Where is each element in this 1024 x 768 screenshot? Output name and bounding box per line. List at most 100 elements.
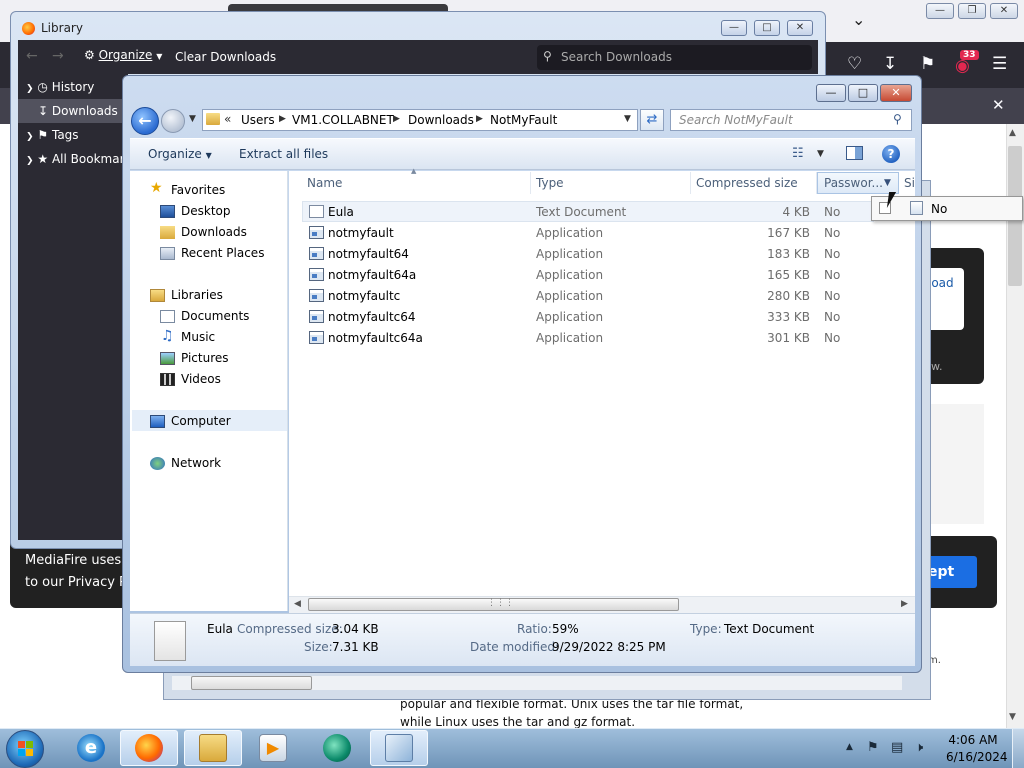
search-input[interactable]: Search NotMyFault xyxy=(670,109,912,131)
nav-item-computer[interactable]: Computer xyxy=(171,414,231,428)
list-all-tabs-icon[interactable]: ⌄ xyxy=(852,10,865,29)
help-icon[interactable]: ? xyxy=(882,145,900,163)
column-header-compressed-size[interactable]: Compressed size xyxy=(696,176,798,190)
library-maximize-button[interactable]: □ xyxy=(754,20,780,36)
scroll-right-icon[interactable]: ▶ xyxy=(901,599,908,609)
column-header-type[interactable]: Type xyxy=(536,176,564,190)
file-compressed-size: 167 KB xyxy=(767,226,810,240)
breadcrumb-users[interactable]: Users xyxy=(241,113,275,127)
file-password: No xyxy=(824,331,841,345)
column-header-name[interactable]: Name xyxy=(307,176,342,190)
details-size-label: Size: xyxy=(304,640,333,654)
background-scrollbar-thumb xyxy=(191,676,312,690)
password-filter-option[interactable]: No xyxy=(931,202,947,216)
chevron-down-icon: ▼ xyxy=(156,52,163,61)
breadcrumb-overflow-icon[interactable]: « xyxy=(224,112,231,126)
details-type: Text Document xyxy=(724,622,815,636)
nav-item-music[interactable]: Music xyxy=(181,330,215,344)
taskbar-clock-date[interactable]: 6/16/2024 xyxy=(946,750,1008,764)
menu-icon[interactable]: ☰ xyxy=(992,54,1007,74)
notification-close-icon[interactable]: ✕ xyxy=(992,96,1005,114)
action-center-flag-icon[interactable]: ⚑ xyxy=(867,740,879,755)
column-separator[interactable] xyxy=(816,172,817,194)
nav-item-pictures[interactable]: Pictures xyxy=(181,351,229,365)
file-name: notmyfault64a xyxy=(328,268,417,282)
library-minimize-button[interactable]: — xyxy=(721,20,747,36)
tag-icon: ⚑ xyxy=(37,128,49,142)
sidebar-item-tags[interactable]: ❯ ⚑ Tags xyxy=(26,128,126,142)
preview-pane-icon[interactable] xyxy=(846,146,863,160)
change-view-icon[interactable]: ☷ xyxy=(792,146,804,161)
archive-app-icon xyxy=(385,734,413,762)
side-panel xyxy=(930,404,984,524)
start-button[interactable] xyxy=(6,730,44,768)
download-button[interactable]: load xyxy=(928,276,954,290)
nav-item-network[interactable]: Network xyxy=(171,456,221,470)
details-file-name: Eula xyxy=(207,622,233,636)
clear-downloads-button[interactable]: Clear Downloads xyxy=(175,50,276,64)
show-desktop-button[interactable] xyxy=(1012,729,1024,768)
explorer-maximize-button[interactable]: □ xyxy=(848,84,878,102)
media-player-icon: ▶ xyxy=(259,734,287,762)
nav-item-videos[interactable]: Videos xyxy=(181,372,221,386)
show-hidden-icons-icon[interactable]: ▲ xyxy=(846,742,853,752)
nav-item-desktop[interactable]: Desktop xyxy=(181,204,231,218)
breadcrumb-separator-icon[interactable]: ▶ xyxy=(393,114,400,124)
file-password: No xyxy=(824,289,841,303)
file-name: notmyfault xyxy=(328,226,394,240)
nav-item-documents[interactable]: Documents xyxy=(181,309,249,323)
column-header-size[interactable]: Si xyxy=(904,176,915,190)
music-icon: ♫ xyxy=(161,328,174,344)
back-arrow-icon[interactable]: ← xyxy=(26,48,38,64)
breadcrumb-notmyfault[interactable]: NotMyFault xyxy=(490,113,557,127)
application-icon xyxy=(309,226,324,239)
address-dropdown-icon[interactable]: ▼ xyxy=(624,114,631,124)
scroll-down-icon[interactable]: ▼ xyxy=(1009,712,1016,722)
forward-arrow-icon[interactable] xyxy=(161,109,185,133)
breadcrumb-separator-icon[interactable]: ▶ xyxy=(476,114,483,124)
firefox-close-button[interactable]: ✕ xyxy=(990,3,1018,19)
sidebar-item-all-bookmarks[interactable]: ❯ ★ All Bookmarks xyxy=(26,152,126,166)
column-separator[interactable] xyxy=(530,172,531,194)
back-arrow-icon[interactable]: ← xyxy=(131,107,159,135)
pocket-icon[interactable]: ♡ xyxy=(847,54,862,74)
library-organize-button[interactable]: ⚙ Organize ▼ xyxy=(84,48,162,62)
extract-all-files-button[interactable]: Extract all files xyxy=(239,147,328,161)
column-separator[interactable] xyxy=(690,172,691,194)
refresh-icon[interactable]: ⇄ xyxy=(640,109,664,131)
network-tray-icon[interactable]: ▤ xyxy=(891,740,903,755)
file-compressed-size: 165 KB xyxy=(767,268,810,282)
scroll-up-icon[interactable]: ▲ xyxy=(1009,128,1016,138)
breadcrumb-vm1[interactable]: VM1.COLLABNET xyxy=(292,113,394,127)
organize-button[interactable]: Organize ▼ xyxy=(148,147,212,161)
volume-muted-icon[interactable]: 🕨 xyxy=(915,740,923,755)
sidebar-item-history[interactable]: ❯ ◷ History xyxy=(26,80,126,94)
search-downloads-input[interactable]: Search Downloads xyxy=(537,45,812,70)
explorer-close-button[interactable]: ✕ xyxy=(880,84,912,102)
nav-item-libraries[interactable]: Libraries xyxy=(171,288,223,302)
nav-item-downloads[interactable]: Downloads xyxy=(181,225,247,239)
details-type-label: Type: xyxy=(690,622,722,636)
details-date-modified-label: Date modified: xyxy=(470,640,560,654)
forward-arrow-icon[interactable]: → xyxy=(52,48,64,64)
column-header-password[interactable]: Passwor... xyxy=(824,176,883,190)
breadcrumb-separator-icon[interactable]: ▶ xyxy=(279,114,286,124)
explorer-minimize-button[interactable]: — xyxy=(816,84,846,102)
cookie-text: MediaFire uses c xyxy=(25,553,133,568)
breadcrumb-downloads[interactable]: Downloads xyxy=(408,113,474,127)
taskbar-clock-time[interactable]: 4:06 AM xyxy=(948,733,998,747)
nav-item-recent-places[interactable]: Recent Places xyxy=(181,246,264,260)
library-close-button[interactable]: ✕ xyxy=(787,20,813,36)
chevron-down-icon[interactable]: ▼ xyxy=(817,149,824,159)
recent-pages-chevron-icon[interactable]: ▼ xyxy=(189,114,196,124)
scroll-left-icon[interactable]: ◀ xyxy=(294,599,301,609)
nav-item-favorites[interactable]: Favorites xyxy=(171,183,225,197)
downloads-icon[interactable]: ↧ xyxy=(883,54,897,74)
firefox-restore-button[interactable]: ❐ xyxy=(958,3,986,19)
file-type: Application xyxy=(536,226,604,240)
extensions-icon[interactable]: ⚑ xyxy=(920,54,935,74)
chevron-right-icon: ❯ xyxy=(26,84,34,94)
search-icon[interactable]: ⚲ xyxy=(893,112,902,126)
column-filter-dropdown-icon[interactable]: ▼ xyxy=(884,178,891,188)
firefox-minimize-button[interactable]: — xyxy=(926,3,954,19)
